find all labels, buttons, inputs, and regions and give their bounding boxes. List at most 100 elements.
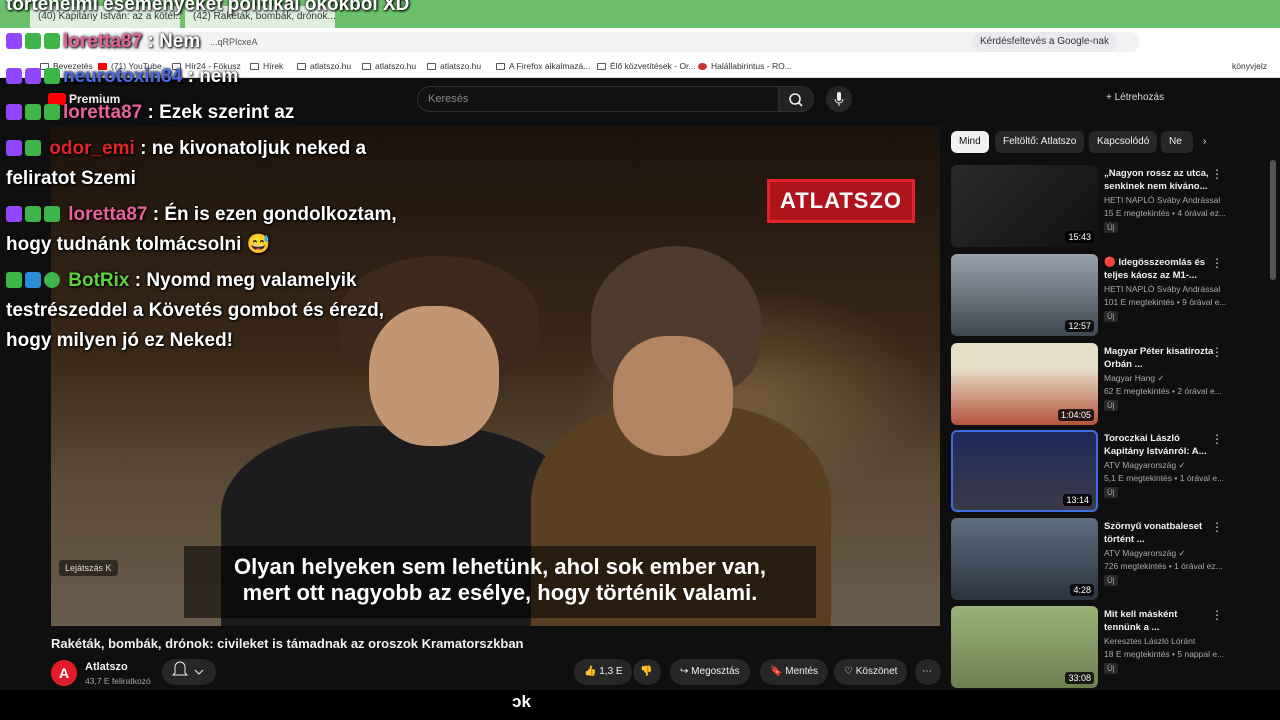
video-thumbnail[interactable]: 1:04:05	[951, 343, 1098, 425]
rec-meta: 726 megtekintés • 1 órával ez...	[1104, 561, 1223, 571]
video-duration: 13:14	[1063, 494, 1092, 506]
other-bookmarks[interactable]: könyvjelz	[1232, 61, 1267, 71]
more-vert-icon[interactable]: ⋮	[1211, 345, 1223, 359]
subscribe-bell-button[interactable]	[162, 659, 216, 685]
bookmark-icon	[597, 63, 606, 70]
play-tooltip: Lejátszás K	[59, 560, 118, 576]
video-thumbnail[interactable]: 15:43	[951, 165, 1098, 247]
rec-channel[interactable]: ATV Magyarország ✓	[1104, 460, 1186, 471]
video-captions: Olyan helyeken sem lehetünk, ahol sok em…	[184, 546, 816, 618]
mic-button[interactable]	[826, 86, 852, 112]
more-vert-icon[interactable]: ⋮	[1211, 520, 1223, 534]
chips-next-button[interactable]: ›	[1195, 131, 1214, 153]
create-button[interactable]: + Létrehozás	[1106, 92, 1164, 103]
more-vert-icon[interactable]: ⋮	[1211, 256, 1223, 270]
chip-related[interactable]: Kapcsolódó	[1089, 131, 1158, 153]
bookmark-icon: 🔖	[770, 666, 783, 677]
video-thumbnail[interactable]: 33:08	[951, 606, 1098, 688]
recommendation-item[interactable]: 4:28 Szörnyű vonatbaleset történt ... AT…	[951, 518, 1271, 602]
chip-uploader[interactable]: Feltöltő: Atlatszo	[995, 131, 1085, 153]
chat-overlay-top: történelmi eseményeket politikai okokból…	[6, 0, 410, 15]
video-thumbnail[interactable]: 12:57	[951, 254, 1098, 336]
like-button[interactable]: 👍 1,3 E	[574, 659, 632, 685]
search-button[interactable]	[778, 86, 814, 112]
new-badge: Új	[1104, 222, 1118, 233]
rec-channel[interactable]: HETI NAPLÓ Sváby Andrással	[1104, 284, 1220, 294]
play-hint: Lejátszás	[65, 563, 104, 573]
folder-icon	[297, 63, 306, 70]
chip-more[interactable]: Ne	[1161, 131, 1193, 153]
search-input[interactable]: Keresés	[417, 86, 779, 112]
emote-icon	[44, 33, 60, 49]
bot-badge-icon	[25, 272, 41, 288]
recommendation-item[interactable]: 13:14 Toroczkai László Kapitány Istvánró…	[951, 430, 1271, 514]
chat-message: loretta87 : Én is ezen gondolkoztam, hogy…	[6, 200, 397, 260]
bookmark-item[interactable]: Hírek	[250, 61, 283, 71]
rec-channel[interactable]: Magyar Hang ✓	[1104, 373, 1165, 384]
recommendation-item[interactable]: 12:57 🔴 Idegösszeomlás és teljes káosz a…	[951, 254, 1271, 338]
create-label: Létrehozás	[1114, 92, 1165, 103]
more-vert-icon[interactable]: ⋮	[1211, 167, 1223, 181]
rec-title[interactable]: Mit kell másként tennünk a ...	[1104, 608, 1214, 634]
chat-message: loretta87 : Nem	[6, 27, 200, 57]
rec-channel[interactable]: HETI NAPLÓ Sváby Andrással	[1104, 195, 1220, 205]
more-actions-button[interactable]: ⋯	[915, 659, 941, 685]
chat-nick: loretta87	[68, 204, 148, 225]
share-button[interactable]: ↪ Megosztás	[670, 659, 750, 685]
new-badge: Új	[1104, 575, 1118, 586]
search-icon	[789, 93, 803, 107]
bookmark-item[interactable]: atlatszo.hu	[362, 61, 416, 71]
video-thumbnail[interactable]: 13:14	[951, 430, 1098, 512]
rec-title[interactable]: „Nagyon rossz az utca, senkinek nem kívá…	[1104, 167, 1214, 193]
bookmark-item[interactable]: A Firefox alkalmazá...	[496, 61, 590, 71]
chat-nick: loretta87	[63, 31, 143, 52]
folder-icon	[427, 63, 436, 70]
google-ask-button[interactable]: Kérdésfeltevés a Google-nak	[972, 32, 1117, 52]
chat-nick: BotRix	[68, 270, 130, 291]
sidebar-scrollbar[interactable]	[1270, 160, 1276, 280]
bookmark-label: atlatszo.hu	[310, 61, 352, 71]
twitch-badge-icon	[6, 104, 22, 120]
dislike-button[interactable]: 👎	[633, 659, 661, 685]
recommendation-item[interactable]: 15:43 „Nagyon rossz az utca, senkinek ne…	[951, 165, 1271, 249]
thanks-button[interactable]: ♡ Köszönet	[834, 659, 908, 685]
person-left-face	[369, 306, 499, 446]
channel-name[interactable]: Atlatszo	[85, 661, 128, 673]
recommendation-item[interactable]: 1:04:05 Magyar Péter kisatírozta Orbán .…	[951, 343, 1271, 427]
badge-icon	[25, 104, 41, 120]
rec-meta: 5,1 E megtekintés • 1 órával e...	[1104, 473, 1225, 483]
save-button[interactable]: 🔖 Mentés	[760, 659, 829, 685]
bookmark-item[interactable]: atlatszo.hu	[427, 61, 481, 71]
rec-title[interactable]: Toroczkai László Kapitány Istvánról: A..…	[1104, 432, 1214, 458]
badge-icon	[25, 206, 41, 222]
new-badge: Új	[1104, 400, 1118, 411]
rec-title[interactable]: Magyar Péter kisatírozta Orbán ...	[1104, 345, 1214, 371]
rec-meta: 18 E megtekintés • 5 nappal e...	[1104, 649, 1225, 659]
subscriber-count: 43,7 E feliratkozó	[85, 676, 151, 686]
chat-nick: odor_emi	[49, 138, 135, 159]
bookmark-item[interactable]: atlatszo.hu	[297, 61, 351, 71]
emote-icon	[44, 68, 60, 84]
folder-icon	[496, 63, 505, 70]
chat-message: loretta87 : Ezek szerint az	[6, 98, 294, 128]
rec-channel[interactable]: ATV Magyarország ✓	[1104, 548, 1186, 559]
channel-avatar[interactable]: A	[51, 660, 77, 686]
video-thumbnail[interactable]: 4:28	[951, 518, 1098, 600]
bookmark-item[interactable]: Élő közvetítések - Or...	[597, 61, 696, 71]
more-vert-icon[interactable]: ⋮	[1211, 608, 1223, 622]
folder-icon	[362, 63, 371, 70]
chat-text: : Nyomd meg valamelyik	[129, 270, 357, 291]
chat-text: : Ezek szerint az	[142, 102, 295, 123]
twitch-badge-icon	[6, 140, 22, 156]
chat-nick: loretta87	[63, 102, 143, 123]
rec-title[interactable]: 🔴 Idegösszeomlás és teljes káosz az M1-.…	[1104, 256, 1214, 282]
verified-icon	[44, 272, 60, 288]
recommendation-item[interactable]: 33:08 Mit kell másként tennünk a ... Ker…	[951, 606, 1271, 690]
channel-watermark: ATLATSZO	[767, 179, 915, 223]
more-vert-icon[interactable]: ⋮	[1211, 432, 1223, 446]
rec-title[interactable]: Szörnyű vonatbaleset történt ...	[1104, 520, 1214, 546]
bookmark-item[interactable]: Halállabirintus - RO...	[698, 61, 792, 71]
rec-channel[interactable]: Keresztes László Lóránt	[1104, 636, 1195, 646]
chip-all[interactable]: Mind	[951, 131, 989, 153]
star-badge-icon	[25, 68, 41, 84]
